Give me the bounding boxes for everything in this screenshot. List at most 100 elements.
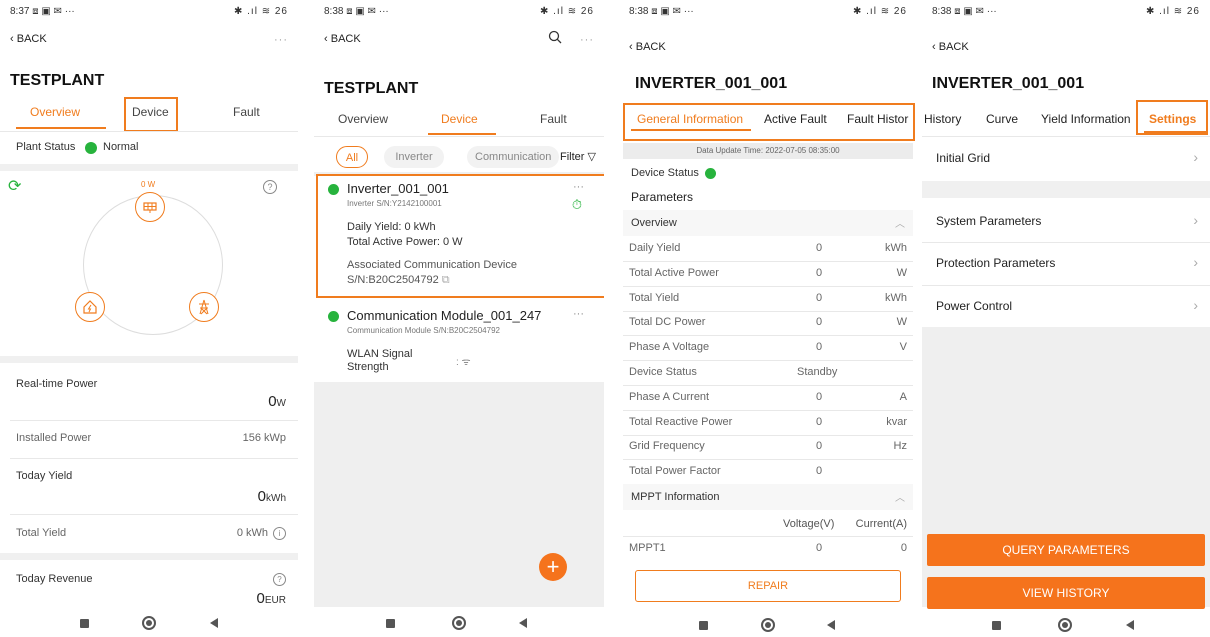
highlight-box [1136, 100, 1208, 135]
page-title: INVERTER_001_001 [635, 75, 788, 92]
settings-item-protection-parameters[interactable]: Protection Parameters › [922, 243, 1210, 285]
filter-chip-inverter[interactable]: Inverter [384, 146, 444, 168]
filter-chip-all[interactable]: All [336, 146, 368, 168]
device-more-button[interactable]: ··· [573, 308, 584, 320]
parameter-value: 0 [816, 440, 823, 452]
settings-item-initial-grid[interactable]: Initial Grid › [922, 137, 1210, 181]
help-icon[interactable]: ? [273, 573, 286, 586]
parameter-value: 0 [816, 267, 823, 279]
check-icon [85, 142, 97, 154]
status-bar: 8:38 ⧈ ▣ ✉ ··· ✱ .ıl ≋ 26 [629, 6, 907, 20]
tab-history[interactable]: History [924, 112, 961, 126]
back-button[interactable]: ‹ BACK [10, 33, 47, 45]
parameter-label: Total Reactive Power [629, 416, 733, 428]
home-button[interactable] [761, 618, 775, 632]
help-icon[interactable]: ? [263, 180, 277, 194]
home-button[interactable] [1058, 618, 1072, 632]
page-title: TESTPLANT [10, 72, 105, 89]
chevron-left-icon: ‹ [932, 41, 936, 53]
back-button[interactable]: ‹ BACK [629, 41, 666, 53]
filter-button[interactable]: Filter ▽ [560, 150, 596, 163]
mppt-section-header[interactable]: MPPT Information ︿ [623, 484, 913, 510]
system-back-button[interactable] [210, 618, 218, 628]
parameter-unit: kWh [885, 292, 907, 304]
parameter-value: 0 [816, 391, 823, 403]
add-device-button[interactable]: + [539, 553, 567, 581]
settings-item-power-control[interactable]: Power Control › [922, 286, 1210, 326]
recent-apps-button[interactable] [80, 619, 89, 628]
android-nav-bar [0, 607, 298, 637]
settings-item-system-parameters[interactable]: System Parameters › [922, 198, 1210, 242]
status-time: 8:37 [10, 6, 30, 17]
home-button[interactable] [142, 616, 156, 630]
parameter-value: 0 [816, 292, 823, 304]
system-back-button[interactable] [519, 618, 527, 628]
divider [623, 360, 913, 361]
tab-fault[interactable]: Fault [233, 105, 260, 119]
plant-status-label: Plant Status [16, 141, 76, 153]
more-menu-button[interactable]: ··· [274, 34, 288, 46]
parameter-label: Total Yield [629, 292, 680, 304]
today-yield-label: Today Yield [16, 470, 73, 482]
recent-apps-button[interactable] [992, 621, 1001, 630]
status-right-icons: ✱ .ıl ≋ 26 [234, 6, 288, 17]
tab-underline [428, 133, 496, 135]
tab-fault[interactable]: Fault [540, 112, 567, 126]
tab-overview[interactable]: Overview [30, 105, 80, 119]
query-parameters-button[interactable]: QUERY PARAMETERS [927, 534, 1205, 566]
parameter-label: Total Power Factor [629, 465, 721, 477]
status-right-icons: ✱ .ıl ≋ 26 [1146, 6, 1200, 17]
tab-overview[interactable]: Overview [338, 112, 388, 126]
total-yield-value: 0 kWh [236, 527, 268, 539]
system-back-button[interactable] [1126, 620, 1134, 630]
tab-underline [16, 127, 106, 129]
grid-tower-icon [189, 292, 219, 322]
parameter-unit: Hz [893, 440, 907, 452]
chevron-right-icon: › [1193, 297, 1198, 313]
back-button[interactable]: ‹ BACK [324, 33, 361, 45]
filter-chip-communication[interactable]: Communication [467, 146, 559, 168]
realtime-power-label: Real-time Power [16, 378, 98, 390]
tab-yield-information[interactable]: Yield Information [1041, 112, 1131, 126]
total-yield-label: Total Yield [16, 527, 67, 539]
realtime-power-value: 0W [268, 393, 286, 410]
system-back-button[interactable] [827, 620, 835, 630]
repair-button[interactable]: REPAIR [635, 570, 901, 602]
parameter-unit: W [896, 267, 907, 279]
status-bar: 8:38 ⧈ ▣ ✉ ··· ✱ .ıl ≋ 26 [932, 6, 1200, 20]
device-card-communication[interactable]: Communication Module_001_247 Communicati… [316, 302, 604, 380]
status-bar: 8:37 ⧈ ▣ ✉ ··· ✱ .ıl ≋ 26 [10, 6, 288, 20]
search-icon[interactable] [548, 30, 562, 49]
section-divider [0, 553, 298, 560]
info-icon[interactable]: i [273, 527, 286, 540]
recent-apps-button[interactable] [386, 619, 395, 628]
page-title: TESTPLANT [324, 80, 419, 97]
status-right-icons: ✱ .ıl ≋ 26 [853, 6, 907, 17]
solar-panel-icon [135, 192, 165, 222]
settings-item-label: System Parameters [936, 214, 1042, 228]
divider [10, 514, 298, 515]
divider [623, 536, 913, 537]
home-button[interactable] [452, 616, 466, 630]
recent-apps-button[interactable] [699, 621, 708, 630]
chevron-right-icon: › [1193, 254, 1198, 270]
wlan-label-2: Strength [347, 361, 389, 373]
plant-status-value: Normal [103, 141, 139, 153]
timer-refresh-icon[interactable]: ⟳ [8, 176, 21, 196]
divider [314, 136, 604, 137]
tab-device[interactable]: Device [441, 112, 478, 126]
view-history-button[interactable]: VIEW HISTORY [927, 577, 1205, 609]
settings-item-label: Initial Grid [936, 151, 991, 165]
overview-section-header[interactable]: Overview ︿ [623, 210, 913, 236]
back-button[interactable]: ‹ BACK [932, 41, 969, 53]
highlight-box [316, 174, 604, 298]
tab-curve[interactable]: Curve [986, 112, 1018, 126]
more-menu-button[interactable]: ··· [580, 34, 594, 46]
highlight-box [124, 97, 178, 132]
status-notification-icons: ⧈ ▣ ✉ ··· [651, 6, 694, 17]
divider [623, 435, 913, 436]
mppt-voltage-header: Voltage(V) [783, 518, 835, 530]
mppt1-voltage: 0 [816, 542, 823, 554]
inverter-general-info-screen: 8:38 ⧈ ▣ ✉ ··· ✱ .ıl ≋ 26 ‹ BACK INVERTE… [619, 0, 917, 637]
today-revenue-label: Today Revenue [16, 573, 93, 585]
